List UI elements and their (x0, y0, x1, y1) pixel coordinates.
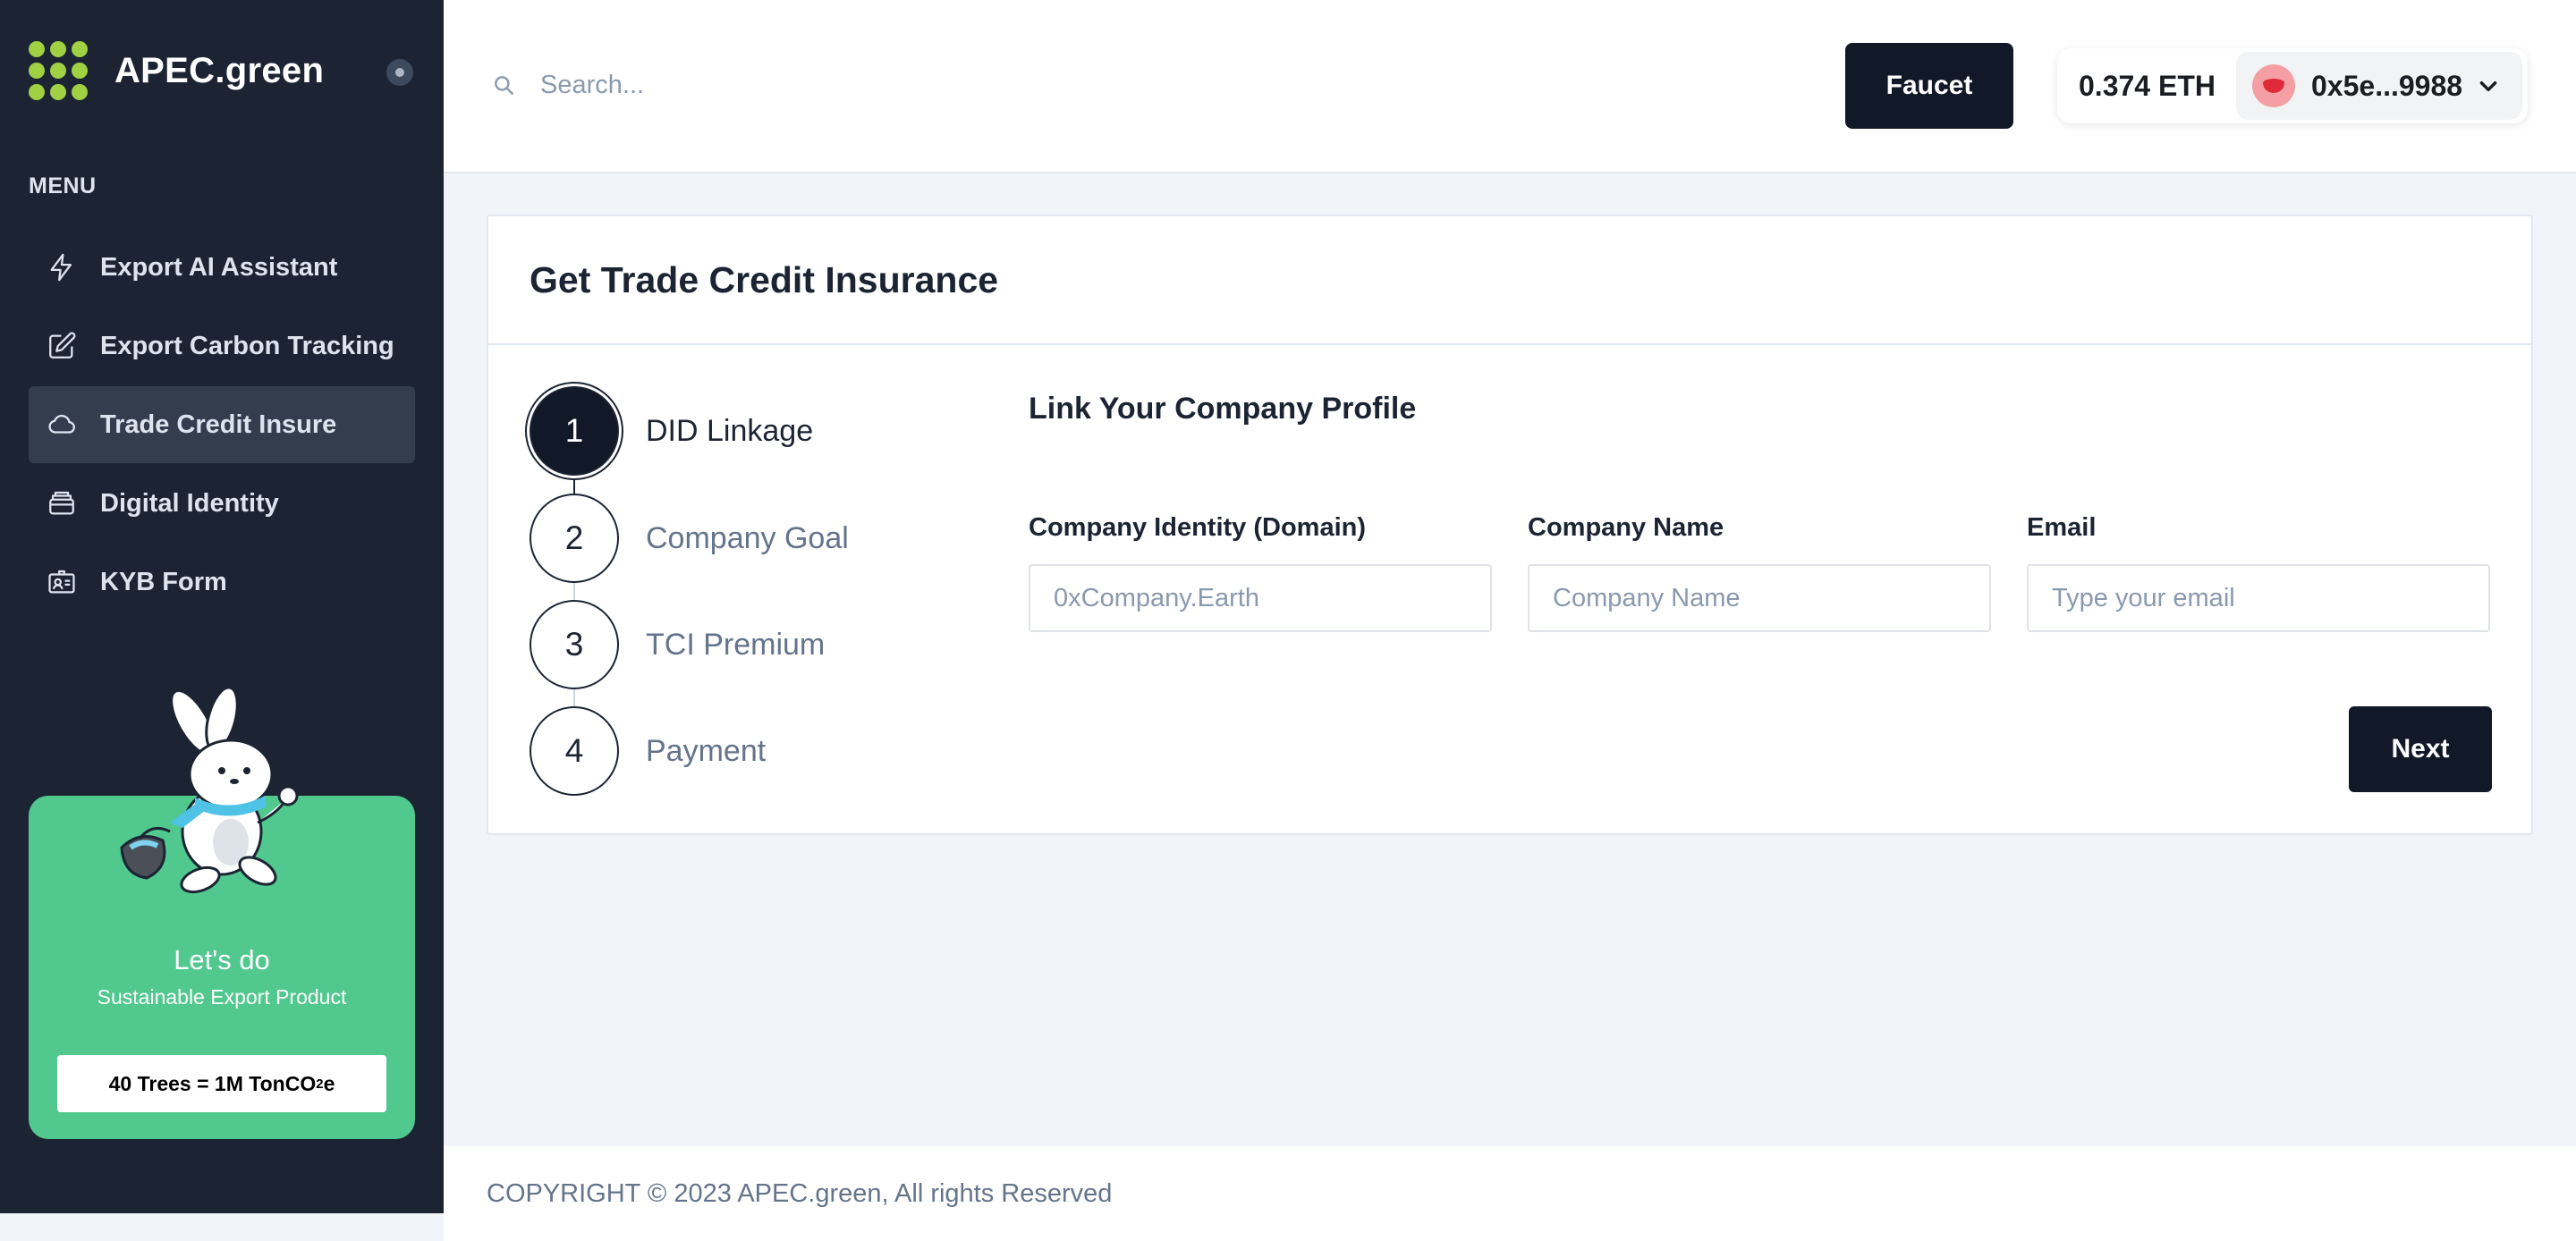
sidebar-item-label: Export Carbon Tracking (100, 331, 394, 360)
step-label: Payment (646, 733, 767, 768)
section-title: Link Your Company Profile (1029, 392, 1417, 426)
bunny-mascot-icon (120, 688, 299, 894)
step-connector (573, 689, 575, 707)
id-card-icon (47, 567, 77, 597)
wallet-balance[interactable]: 0.374 ETH (2079, 48, 2216, 123)
sidebar-toggle-icon[interactable] (386, 59, 413, 86)
company-profile-form: Link Your Company Profile Company Identi… (1029, 392, 2496, 632)
company-identity-input[interactable] (1029, 564, 1492, 632)
sidebar-item-export-ai-assistant[interactable]: Export AI Assistant (29, 229, 415, 306)
step-tci-premium[interactable]: 3 TCI Premium (530, 600, 825, 689)
form-fields: Company Identity (Domain) Company Name E… (1029, 513, 2496, 632)
sidebar-item-trade-credit-insure[interactable]: Trade Credit Insure (29, 386, 415, 463)
sidebar-item-label: Digital Identity (100, 488, 279, 518)
company-name-input[interactable] (1528, 564, 1991, 632)
promo-title: Let's do (174, 944, 270, 975)
wallet-account-button[interactable]: 0x5e...9988 (2236, 52, 2522, 120)
sidebar-item-digital-identity[interactable]: Digital Identity (29, 465, 415, 542)
sidebar-item-label: KYB Form (100, 567, 227, 596)
sidebar-item-label: Trade Credit Insure (100, 409, 337, 439)
sidebar-item-label: Export AI Assistant (100, 252, 338, 282)
step-payment[interactable]: 4 Payment (530, 706, 766, 796)
brand[interactable]: APEC.green (29, 41, 324, 100)
step-connector (573, 583, 575, 601)
step-connector (573, 476, 575, 494)
sidebar-menu: Export AI Assistant Export Carbon Tracki… (29, 229, 415, 622)
next-button[interactable]: Next (2349, 706, 2492, 792)
top-header: Faucet 0.374 ETH 0x5e...9988 (444, 0, 2576, 172)
step-did-linkage[interactable]: 1 DID Linkage (530, 386, 813, 476)
promo-badge[interactable]: 40 Trees = 1M TonCO 2 e (57, 1055, 386, 1112)
step-number: 2 (530, 494, 619, 583)
insurance-card: Get Trade Credit Insurance 1 DID Linkage… (487, 215, 2533, 835)
menu-heading: MENU (29, 173, 97, 198)
copyright-text: COPYRIGHT © 2023 APEC.green, All rights … (487, 1178, 1113, 1208)
sidebar-item-kyb-form[interactable]: KYB Form (29, 544, 415, 620)
sidebar: APEC.green MENU Export AI Assistant Expo… (0, 0, 444, 1213)
wallet-widget[interactable]: 0.374 ETH 0x5e...9988 (2057, 48, 2528, 123)
step-company-goal[interactable]: 2 Company Goal (530, 494, 849, 583)
apec-logo-icon (29, 41, 88, 100)
company-identity-label: Company Identity (Domain) (1029, 513, 1367, 542)
company-identity-group: Company Identity (Domain) (1029, 513, 1492, 632)
promo-badge-main: 40 Trees = 1M TonCO (108, 1071, 317, 1095)
card-header: Get Trade Credit Insurance (488, 216, 2531, 345)
promo-badge-end: e (323, 1071, 335, 1095)
account-avatar (2252, 64, 2295, 107)
lightning-icon (47, 252, 77, 283)
footer: COPYRIGHT © 2023 APEC.green, All rights … (444, 1146, 2576, 1241)
search-icon (495, 76, 513, 95)
cloud-icon (47, 409, 77, 440)
company-name-group: Company Name (1528, 513, 1991, 632)
brand-name: APEC.green (114, 50, 325, 90)
step-label: TCI Premium (646, 627, 826, 662)
account-address: 0x5e...9988 (2311, 69, 2463, 102)
step-label: Company Goal (646, 520, 849, 555)
email-label: Email (2027, 513, 2097, 542)
company-name-label: Company Name (1528, 513, 1724, 542)
search-input[interactable] (540, 63, 1077, 107)
promo-badge-subscript: 2 (316, 1076, 324, 1092)
email-group: Email (2027, 513, 2490, 632)
archive-icon (47, 488, 77, 519)
sidebar-item-export-carbon-tracking[interactable]: Export Carbon Tracking (29, 308, 415, 384)
email-input[interactable] (2027, 564, 2490, 632)
step-number: 3 (530, 600, 619, 689)
chevron-down-icon (2479, 81, 2497, 92)
faucet-button[interactable]: Faucet (1845, 43, 2013, 129)
page-title: Get Trade Credit Insurance (530, 258, 999, 300)
edit-icon (47, 331, 77, 361)
promo-subtitle: Sustainable Export Product (97, 985, 347, 1009)
step-number: 4 (530, 706, 619, 796)
step-label: DID Linkage (646, 413, 814, 448)
step-number: 1 (530, 386, 619, 476)
